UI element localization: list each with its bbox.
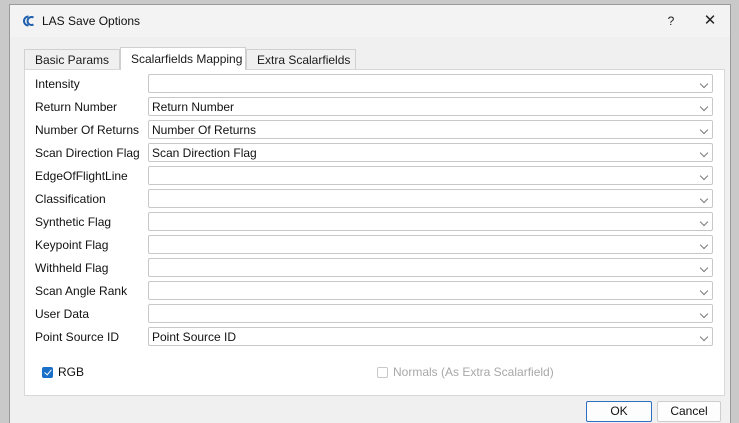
field-label: User Data [35,307,90,321]
field-row-keypoint-flag: Keypoint Flag [25,235,724,255]
chevron-down-icon [699,125,709,135]
field-label: EdgeOfFlightLine [35,169,128,183]
cloudcompare-logo-icon [23,15,34,27]
field-row-point-source-id: Point Source ID Point Source ID [25,327,724,347]
field-label: Return Number [35,100,118,114]
field-label: Synthetic Flag [35,215,112,229]
field-row-edge-of-flight-line: EdgeOfFlightLine [25,166,724,186]
scan-angle-rank-combo[interactable] [148,281,713,300]
field-label: Keypoint Flag [35,238,109,252]
intensity-combo[interactable] [148,74,713,93]
withheld-flag-combo[interactable] [148,258,713,277]
help-button[interactable]: ? [655,9,687,33]
field-row-return-number: Return Number Return Number [25,97,724,117]
combo-value: Number Of Returns [152,123,257,137]
field-row-intensity: Intensity [25,74,724,94]
chevron-down-icon [699,102,709,112]
tab-scalarfields-mapping[interactable]: Scalarfields Mapping [120,47,246,70]
number-of-returns-combo[interactable]: Number Of Returns [148,120,713,139]
tab-extra-scalarfields[interactable]: Extra Scalarfields [246,49,356,69]
close-button[interactable]: ✕ [694,9,726,33]
title-bar: LAS Save Options ? ✕ [10,5,730,37]
point-source-id-combo[interactable]: Point Source ID [148,327,713,346]
field-row-user-data: User Data [25,304,724,324]
chevron-down-icon [699,148,709,158]
field-label: Number Of Returns [35,123,140,137]
cancel-button[interactable]: Cancel [657,401,721,422]
synthetic-flag-combo[interactable] [148,212,713,231]
field-label: Scan Direction Flag [35,146,140,160]
rgb-label[interactable]: RGB [58,365,84,379]
window-title: LAS Save Options [42,14,141,28]
field-label: Scan Angle Rank [35,284,128,298]
chevron-down-icon [699,217,709,227]
return-number-combo[interactable]: Return Number [148,97,713,116]
field-label: Intensity [35,77,80,91]
field-label: Point Source ID [35,330,120,344]
rgb-checkbox[interactable] [42,367,53,378]
las-save-options-dialog: LAS Save Options ? ✕ Basic Params Scalar… [9,4,731,423]
field-row-withheld-flag: Withheld Flag [25,258,724,278]
field-label: Classification [35,192,106,206]
field-row-synthetic-flag: Synthetic Flag [25,212,724,232]
chevron-down-icon [699,309,709,319]
ok-button[interactable]: OK [586,401,652,422]
chevron-down-icon [699,240,709,250]
classification-combo[interactable] [148,189,713,208]
field-row-scan-angle-rank: Scan Angle Rank [25,281,724,301]
field-row-classification: Classification [25,189,724,209]
combo-value: Scan Direction Flag [152,146,257,160]
scan-direction-flag-combo[interactable]: Scan Direction Flag [148,143,713,162]
chevron-down-icon [699,171,709,181]
keypoint-flag-combo[interactable] [148,235,713,254]
chevron-down-icon [699,194,709,204]
edge-of-flight-line-combo[interactable] [148,166,713,185]
user-data-combo[interactable] [148,304,713,323]
chevron-down-icon [699,286,709,296]
chevron-down-icon [699,79,709,89]
combo-value: Return Number [152,100,235,114]
tab-basic-params[interactable]: Basic Params [24,49,120,69]
field-row-scan-direction-flag: Scan Direction Flag Scan Direction Flag [25,143,724,163]
field-label: Withheld Flag [35,261,109,275]
chevron-down-icon [699,332,709,342]
field-row-number-of-returns: Number Of Returns Number Of Returns [25,120,724,140]
combo-value: Point Source ID [152,330,237,344]
scalarfields-mapping-panel: Intensity Return Number Return Number Nu… [24,69,725,396]
chevron-down-icon [699,263,709,273]
normals-label[interactable]: Normals (As Extra Scalarfield) [393,365,554,379]
normals-checkbox[interactable] [377,367,388,378]
